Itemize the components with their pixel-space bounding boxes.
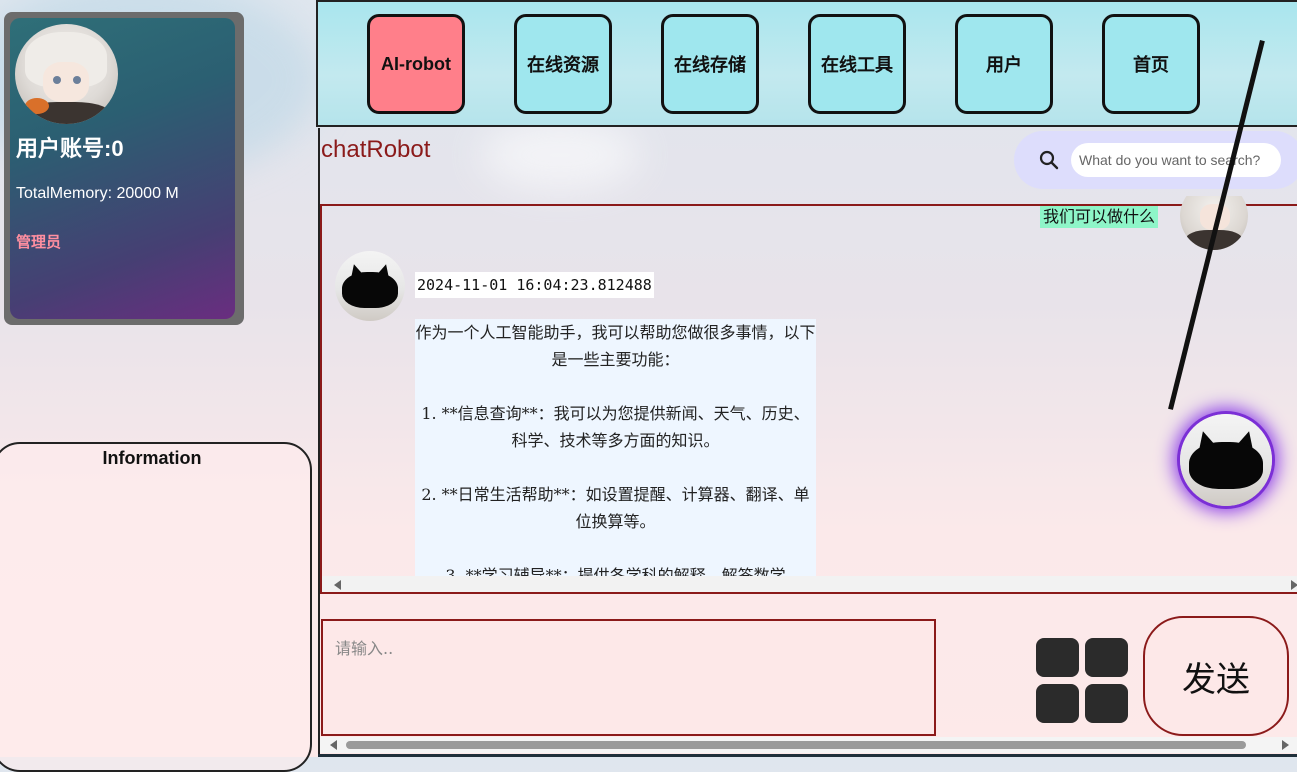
search-input[interactable]	[1071, 143, 1281, 177]
user-message-bubble: 我们可以做什么	[1040, 206, 1159, 228]
bot-reply-spacer	[415, 535, 816, 562]
bot-reply-spacer	[415, 373, 816, 400]
nav-button-home[interactable]: 首页	[1102, 14, 1200, 114]
bot-reply-paragraph: 作为一个人工智能助手，我可以帮助您做很多事情，以下是一些主要功能：	[415, 323, 816, 369]
chat-title: chatRobot	[321, 136, 431, 163]
total-memory-label: TotalMemory: 20000 M	[16, 185, 179, 202]
avatar-scarf	[25, 98, 49, 114]
scroll-left-arrow-icon[interactable]	[330, 740, 337, 750]
cat-body	[342, 272, 398, 309]
grid-menu-icon[interactable]	[1036, 638, 1128, 723]
scroll-left-arrow-icon[interactable]	[334, 580, 341, 590]
account-label: 用户账号:0	[16, 136, 124, 161]
bot-reply-paragraph: 1. **信息查询**：我可以为您提供新闻、天气、历史、科学、技术等多方面的知识…	[421, 404, 810, 450]
avatar-eye	[53, 76, 61, 84]
bot-reply-paragraph: 2. **日常生活帮助**：如设置提醒、计算器、翻译、单位换算等。	[421, 485, 810, 531]
floating-robot-button[interactable]	[1180, 414, 1272, 506]
bot-reply-spacer	[415, 454, 816, 481]
bot-message-bubble: 作为一个人工智能助手，我可以帮助您做很多事情，以下是一些主要功能： 1. **信…	[415, 319, 816, 576]
scroll-right-arrow-icon[interactable]	[1282, 740, 1289, 750]
bot-message-timestamp: 2024-11-01 16:04:23.812488	[415, 272, 654, 298]
nav-button-online-resources[interactable]: 在线资源	[514, 14, 612, 114]
information-title: Information	[102, 448, 202, 468]
nav-button-online-tools[interactable]: 在线工具	[808, 14, 906, 114]
avatar[interactable]	[15, 24, 118, 124]
avatar-eye	[73, 76, 81, 84]
chat-log-horizontal-scrollbar[interactable]	[322, 576, 1297, 592]
floating-robot-cat-icon	[1180, 414, 1272, 506]
search-icon[interactable]	[1039, 150, 1059, 170]
scroll-right-arrow-icon[interactable]	[1291, 580, 1297, 590]
bot-reply-paragraph: 3. **学习辅导**：提供各学科的解释、解答数学	[445, 566, 786, 576]
message-input[interactable]	[321, 619, 936, 736]
nav-button-online-storage[interactable]: 在线存储	[661, 14, 759, 114]
cat-body	[1189, 441, 1263, 490]
nav-button-ai-robot[interactable]: AI-robot	[367, 14, 465, 114]
role-label: 管理员	[16, 234, 62, 251]
nav-button-user[interactable]: 用户	[955, 14, 1053, 114]
avatar-face	[43, 62, 89, 102]
scrollbar-thumb[interactable]	[346, 741, 1246, 749]
bot-avatar	[335, 251, 405, 321]
information-panel: Information	[0, 442, 312, 772]
page-horizontal-scrollbar[interactable]	[320, 737, 1297, 753]
send-button[interactable]: 发送	[1143, 616, 1289, 736]
